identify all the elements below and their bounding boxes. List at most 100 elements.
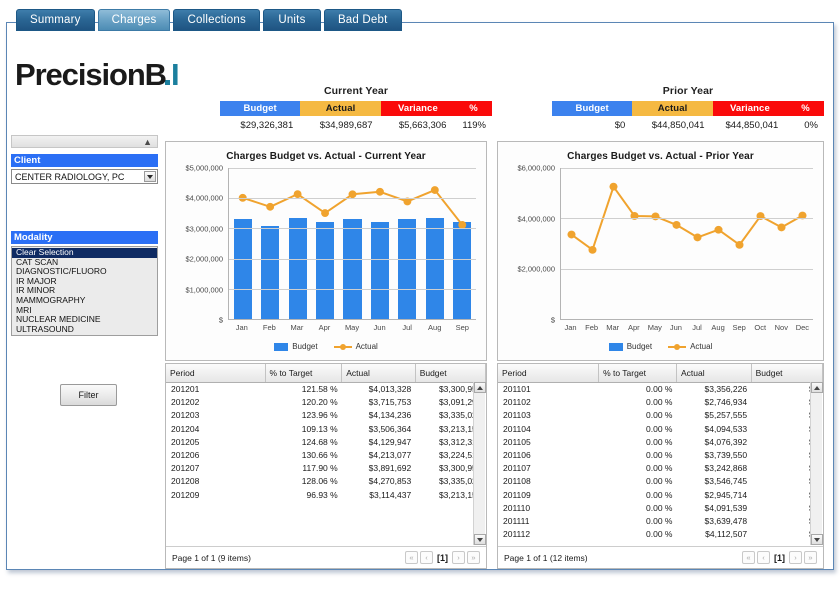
table-row[interactable]: 2011120.00 %$4,112,507$0 [498,528,823,541]
actual-point-jan[interactable] [567,231,575,239]
table-row[interactable]: 20120996.93 %$3,114,437$3,213,156 [166,488,486,501]
column-header-budget[interactable]: Budget [415,364,485,383]
column-header-period[interactable]: Period [166,364,265,383]
pager-prev-button[interactable]: ‹ [757,551,770,564]
x-tick-label: Mar [283,323,311,332]
scroll-up-icon[interactable] [474,382,486,393]
actual-point-jul[interactable] [693,233,701,241]
table-row[interactable]: 2011030.00 %$5,257,555$0 [498,409,823,422]
table-row[interactable]: 201202120.20 %$3,715,753$3,091,290 [166,396,486,409]
table-cell: $3,356,226 [676,383,751,396]
table-cell: 128.06 % [265,475,342,488]
modality-option[interactable]: ULTRASOUND [12,325,157,335]
actual-point-mar[interactable] [609,183,617,191]
actual-point-feb[interactable] [266,203,274,211]
actual-point-aug[interactable] [714,226,722,234]
kpi-current-headers: Budget Actual Variance % [220,101,492,116]
table-row[interactable]: 201205124.68 %$4,129,947$3,312,310 [166,435,486,448]
table-scrollbar[interactable] [473,382,485,545]
scroll-down-icon[interactable] [811,534,823,545]
table-cell: 201102 [498,396,599,409]
table-scrollbar[interactable] [810,382,822,545]
table-cell: $4,270,853 [342,475,415,488]
pager-last-button[interactable]: » [467,551,480,564]
table-current-year: Period % to Target Actual Budget 2012011… [166,364,486,501]
table-cell: 0.00 % [599,422,677,435]
filter-button[interactable]: Filter [60,384,117,406]
tab-summary[interactable]: Summary [16,9,95,31]
table-row[interactable]: 201204109.13 %$3,506,364$3,213,156 [166,422,486,435]
pager-current-page[interactable]: [1] [772,553,787,563]
actual-point-may[interactable] [349,190,357,198]
column-header-pct-to-target[interactable]: % to Target [599,364,677,383]
table-row[interactable]: 201207117.90 %$3,891,692$3,300,951 [166,462,486,475]
modality-listbox[interactable]: Clear SelectionCAT SCANDIAGNOSTIC/FLUORO… [11,246,158,336]
gridline [561,269,813,270]
pager-first-button[interactable]: « [405,551,418,564]
column-header-budget[interactable]: Budget [751,364,822,383]
legend-label-budget: Budget [292,342,317,351]
table-row[interactable]: 201201121.58 %$4,013,328$3,300,951 [166,383,486,396]
table-row[interactable]: 201206130.66 %$4,213,077$3,224,514 [166,448,486,461]
scroll-down-icon[interactable] [474,534,486,545]
table-cell: $2,945,714 [676,488,751,501]
pager-last-button[interactable]: » [804,551,817,564]
actual-point-nov[interactable] [777,223,785,231]
x-tick-label: Mar [602,323,623,332]
table-cell: $3,242,868 [676,462,751,475]
pager-next-button[interactable]: › [789,551,802,564]
actual-point-jun[interactable] [376,188,384,196]
kpi-prior-value-budget: $0 [552,117,631,134]
table-cell: $4,013,328 [342,383,415,396]
table-row[interactable]: 2011090.00 %$2,945,714$0 [498,488,823,501]
table-row[interactable]: 2011070.00 %$3,242,868$0 [498,462,823,475]
modality-option[interactable]: MAMMOGRAPHY [12,296,157,306]
collapse-chevron-icon[interactable]: ▲ [143,136,152,148]
legend-item-budget: Budget [609,342,652,351]
column-header-pct-to-target[interactable]: % to Target [265,364,342,383]
actual-point-jun[interactable] [672,221,680,229]
table-row[interactable]: 2011100.00 %$4,091,539$0 [498,501,823,514]
table-row[interactable]: 2011080.00 %$3,546,745$0 [498,475,823,488]
table-row[interactable]: 2011010.00 %$3,356,226$0 [498,383,823,396]
tab-bad-debt[interactable]: Bad Debt [324,9,402,31]
table-row[interactable]: 2011040.00 %$4,094,533$0 [498,422,823,435]
sidebar-collapse-bar[interactable]: ▲ [11,135,158,148]
table-row[interactable]: 201203123.96 %$4,134,236$3,335,027 [166,409,486,422]
table-cell: 201106 [498,448,599,461]
actual-point-feb[interactable] [588,246,596,254]
actual-point-aug[interactable] [431,186,439,194]
chevron-down-icon[interactable] [144,171,156,182]
tab-collections[interactable]: Collections [173,9,259,31]
pager-current-page[interactable]: [1] [435,553,450,563]
actual-point-mar[interactable] [294,190,302,198]
chart-legend-current-year: Budget Actual [166,342,486,351]
tab-units[interactable]: Units [263,9,321,31]
table-row[interactable]: 2011050.00 %$4,076,392$0 [498,435,823,448]
pager-first-button[interactable]: « [742,551,755,564]
column-header-period[interactable]: Period [498,364,599,383]
table-cell: 0.00 % [599,448,677,461]
tab-charges[interactable]: Charges [98,9,171,31]
table-cell: 130.66 % [265,448,342,461]
actual-point-sep[interactable] [735,241,743,249]
client-dropdown[interactable]: CENTER RADIOLOGY, PC [11,169,158,184]
column-header-actual[interactable]: Actual [676,364,751,383]
table-row[interactable]: 2011060.00 %$3,739,550$0 [498,448,823,461]
x-tick-label: May [644,323,665,332]
table-header-row: Period % to Target Actual Budget [498,364,823,383]
table-row[interactable]: 2011020.00 %$2,746,934$0 [498,396,823,409]
actual-point-apr[interactable] [321,209,329,217]
pager-next-button[interactable]: › [452,551,465,564]
table-row[interactable]: 2011110.00 %$3,639,478$0 [498,514,823,527]
table-cell: 201209 [166,488,265,501]
table-cell: $3,739,550 [676,448,751,461]
column-header-actual[interactable]: Actual [342,364,415,383]
x-tick-label: Jul [393,323,421,332]
scroll-up-icon[interactable] [811,382,823,393]
table-row[interactable]: 201208128.06 %$4,270,853$3,335,027 [166,475,486,488]
y-tick-label: $ [219,316,223,325]
pager-prior-year: Page 1 of 1 (12 items) « ‹ [1] › » [498,546,823,568]
kpi-prior-value-percent: 0% [784,117,824,134]
pager-prev-button[interactable]: ‹ [420,551,433,564]
